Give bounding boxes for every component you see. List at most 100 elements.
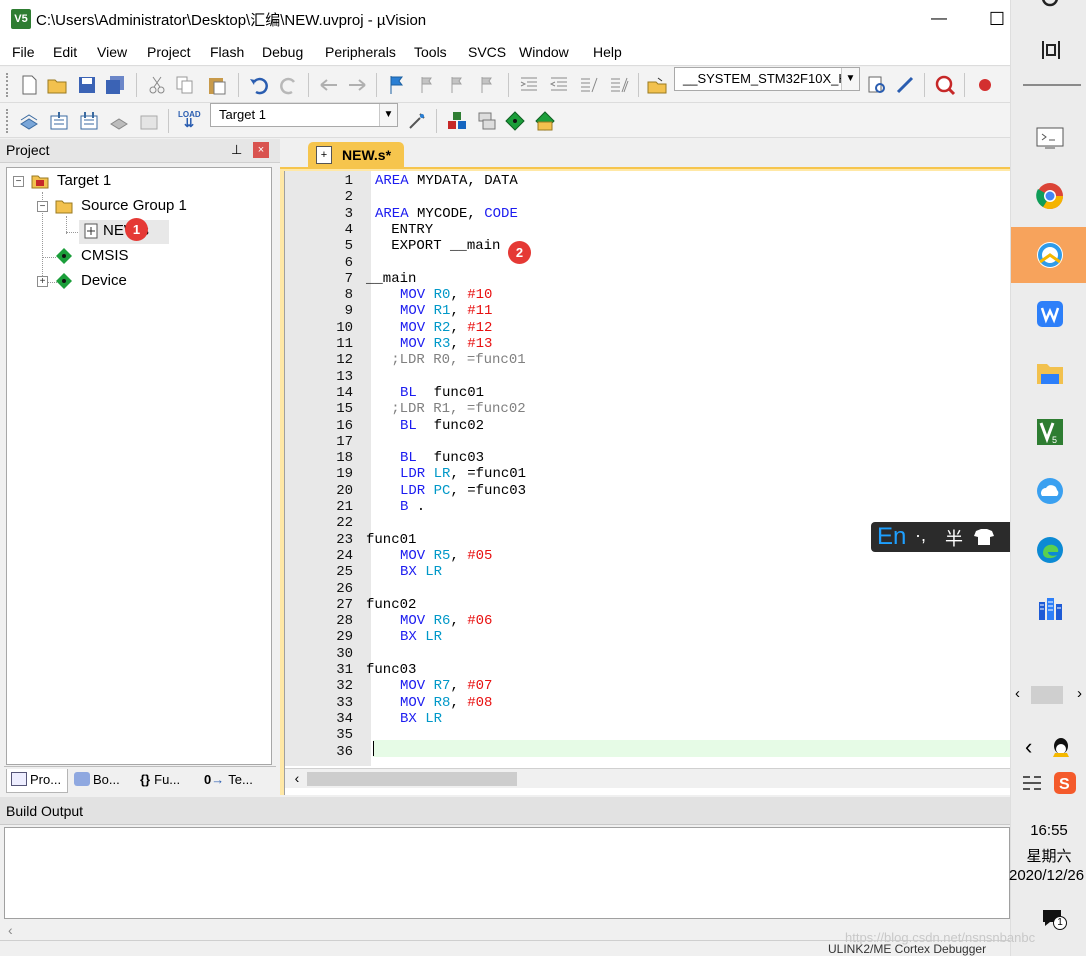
- scroll-left-icon[interactable]: ‹: [289, 770, 305, 786]
- taskbar-city-app[interactable]: [1011, 581, 1086, 637]
- ime-language-mode[interactable]: En: [877, 523, 906, 551]
- target-combo[interactable]: Target 1 ▼: [210, 103, 398, 127]
- uncomment-icon[interactable]: [608, 74, 630, 96]
- file-extensions-icon[interactable]: [476, 110, 498, 132]
- chevron-down-icon[interactable]: ▼: [379, 104, 397, 126]
- manage-components-icon[interactable]: [446, 110, 468, 132]
- chevron-down-icon[interactable]: ▼: [841, 68, 859, 90]
- sogou-input-icon[interactable]: S: [1053, 771, 1077, 795]
- comment-icon[interactable]: [578, 74, 600, 96]
- taskbar-onedrive[interactable]: [1011, 463, 1086, 519]
- next-bookmark-icon[interactable]: [446, 74, 468, 96]
- maximize-button[interactable]: ☐: [984, 6, 1010, 32]
- code-editor[interactable]: 1 2 3 4 5 6 7 8 9 10 11 12 13 14 15 16 17 18 19 20 21 22 23 24 2…: [284, 171, 1010, 795]
- select-software-packs-icon[interactable]: [534, 110, 556, 132]
- minimize-button[interactable]: —: [924, 6, 954, 32]
- tab-functions[interactable]: {} Fu...: [136, 769, 200, 793]
- unindent-icon[interactable]: [548, 74, 570, 96]
- show-hidden-icons-chevron-icon[interactable]: ‹: [1025, 734, 1032, 760]
- menu-svcs[interactable]: SVCS: [468, 44, 506, 60]
- tree-item-new-s[interactable]: NEW.s: [79, 220, 169, 244]
- tree-item-cmsis[interactable]: CMSIS: [51, 245, 251, 269]
- save-icon[interactable]: [76, 74, 98, 96]
- taskbar-terminal[interactable]: [1011, 110, 1086, 166]
- build-output-text[interactable]: [4, 827, 1010, 919]
- tab-books[interactable]: Bo...: [70, 769, 132, 793]
- tab-templates[interactable]: 0→ Te...: [200, 769, 266, 793]
- incremental-find-icon[interactable]: [894, 74, 916, 96]
- close-icon[interactable]: ×: [253, 142, 269, 158]
- task-view-icon[interactable]: [1039, 38, 1063, 62]
- tab-project[interactable]: Pro...: [6, 769, 68, 793]
- menu-tools[interactable]: Tools: [414, 44, 447, 60]
- navigate-forward-icon[interactable]: [346, 74, 368, 96]
- search-circle-icon[interactable]: [1039, 0, 1061, 12]
- scrollbar-thumb[interactable]: [1031, 686, 1063, 704]
- clock-date[interactable]: 2020/12/26: [1009, 867, 1086, 884]
- collapse-icon[interactable]: −: [37, 201, 48, 212]
- editor-horizontal-scrollbar[interactable]: ‹: [285, 768, 1010, 788]
- clock-weekday[interactable]: 星期六: [1011, 845, 1086, 866]
- expand-icon[interactable]: +: [37, 276, 48, 287]
- tray-scrollbar[interactable]: ‹ ›: [1011, 685, 1086, 705]
- network-icon[interactable]: [1021, 773, 1043, 793]
- target-options-icon[interactable]: [406, 110, 428, 132]
- taskbar-qq-browser[interactable]: [1011, 227, 1086, 283]
- taskbar-file-explorer[interactable]: [1011, 345, 1086, 401]
- tree-item-device[interactable]: + Device: [35, 270, 235, 294]
- toolbar-grip[interactable]: [6, 73, 10, 97]
- ime-width-mode[interactable]: 半: [945, 525, 963, 551]
- breakpoint-icon[interactable]: [974, 74, 996, 96]
- load-button[interactable]: LOAD ⇊: [178, 110, 201, 132]
- indent-icon[interactable]: [518, 74, 540, 96]
- paste-icon[interactable]: [206, 74, 228, 96]
- toolbar-grip[interactable]: [6, 109, 10, 133]
- new-file-icon[interactable]: [18, 74, 40, 96]
- bookmark-icon[interactable]: [386, 74, 408, 96]
- scroll-left-icon[interactable]: ‹: [8, 922, 13, 938]
- prev-bookmark-icon[interactable]: [416, 74, 438, 96]
- menu-peripherals[interactable]: Peripherals: [325, 44, 396, 60]
- ime-punctuation[interactable]: ·,: [915, 525, 926, 546]
- tree-item-source-group[interactable]: − Source Group 1: [35, 195, 235, 219]
- menu-file[interactable]: File: [12, 44, 35, 60]
- menu-view[interactable]: View: [97, 44, 127, 60]
- clock-time[interactable]: 16:55: [1011, 822, 1086, 839]
- qq-icon[interactable]: [1049, 736, 1073, 760]
- chevron-left-icon[interactable]: ‹: [1015, 685, 1020, 702]
- redo-icon[interactable]: [278, 74, 300, 96]
- clear-bookmarks-icon[interactable]: [476, 74, 498, 96]
- menu-flash[interactable]: Flash: [210, 44, 244, 60]
- copy-icon[interactable]: [174, 74, 196, 96]
- pack-installer-icon[interactable]: [504, 110, 526, 132]
- collapse-icon[interactable]: −: [13, 176, 24, 187]
- batch-build-icon[interactable]: [108, 110, 130, 132]
- editor-tab-new-s[interactable]: + NEW.s*: [308, 142, 404, 169]
- menu-project[interactable]: Project: [147, 44, 191, 60]
- menu-edit[interactable]: Edit: [53, 44, 77, 60]
- menu-help[interactable]: Help: [593, 44, 622, 60]
- find-icon[interactable]: [866, 74, 888, 96]
- save-all-icon[interactable]: [104, 74, 126, 96]
- undo-icon[interactable]: [248, 74, 270, 96]
- taskbar-chrome[interactable]: [1011, 168, 1086, 224]
- translate-icon[interactable]: [18, 110, 40, 132]
- chevron-right-icon[interactable]: ›: [1077, 685, 1082, 702]
- notification-button[interactable]: 1: [1041, 908, 1067, 930]
- code-text[interactable]: AREA MYDATA, DATA AREA MYCODE, CODE ENTR…: [366, 171, 1010, 766]
- debug-session-icon[interactable]: [934, 74, 956, 96]
- menu-window[interactable]: Window: [519, 44, 569, 60]
- ime-skin-icon[interactable]: [973, 528, 995, 546]
- find-in-files-icon[interactable]: [646, 74, 668, 96]
- device-combo[interactable]: __SYSTEM_STM32F10X_H ▼: [674, 67, 860, 91]
- rebuild-icon[interactable]: [78, 110, 100, 132]
- stop-build-icon[interactable]: [138, 110, 160, 132]
- ime-status-bar[interactable]: En ·, 半: [871, 522, 1010, 552]
- cut-icon[interactable]: [146, 74, 168, 96]
- menu-debug[interactable]: Debug: [262, 44, 303, 60]
- navigate-back-icon[interactable]: [318, 74, 340, 96]
- pin-icon[interactable]: ⊥: [231, 142, 242, 158]
- open-folder-icon[interactable]: [46, 74, 68, 96]
- taskbar-edge[interactable]: [1011, 522, 1086, 578]
- scrollbar-thumb[interactable]: [307, 772, 517, 786]
